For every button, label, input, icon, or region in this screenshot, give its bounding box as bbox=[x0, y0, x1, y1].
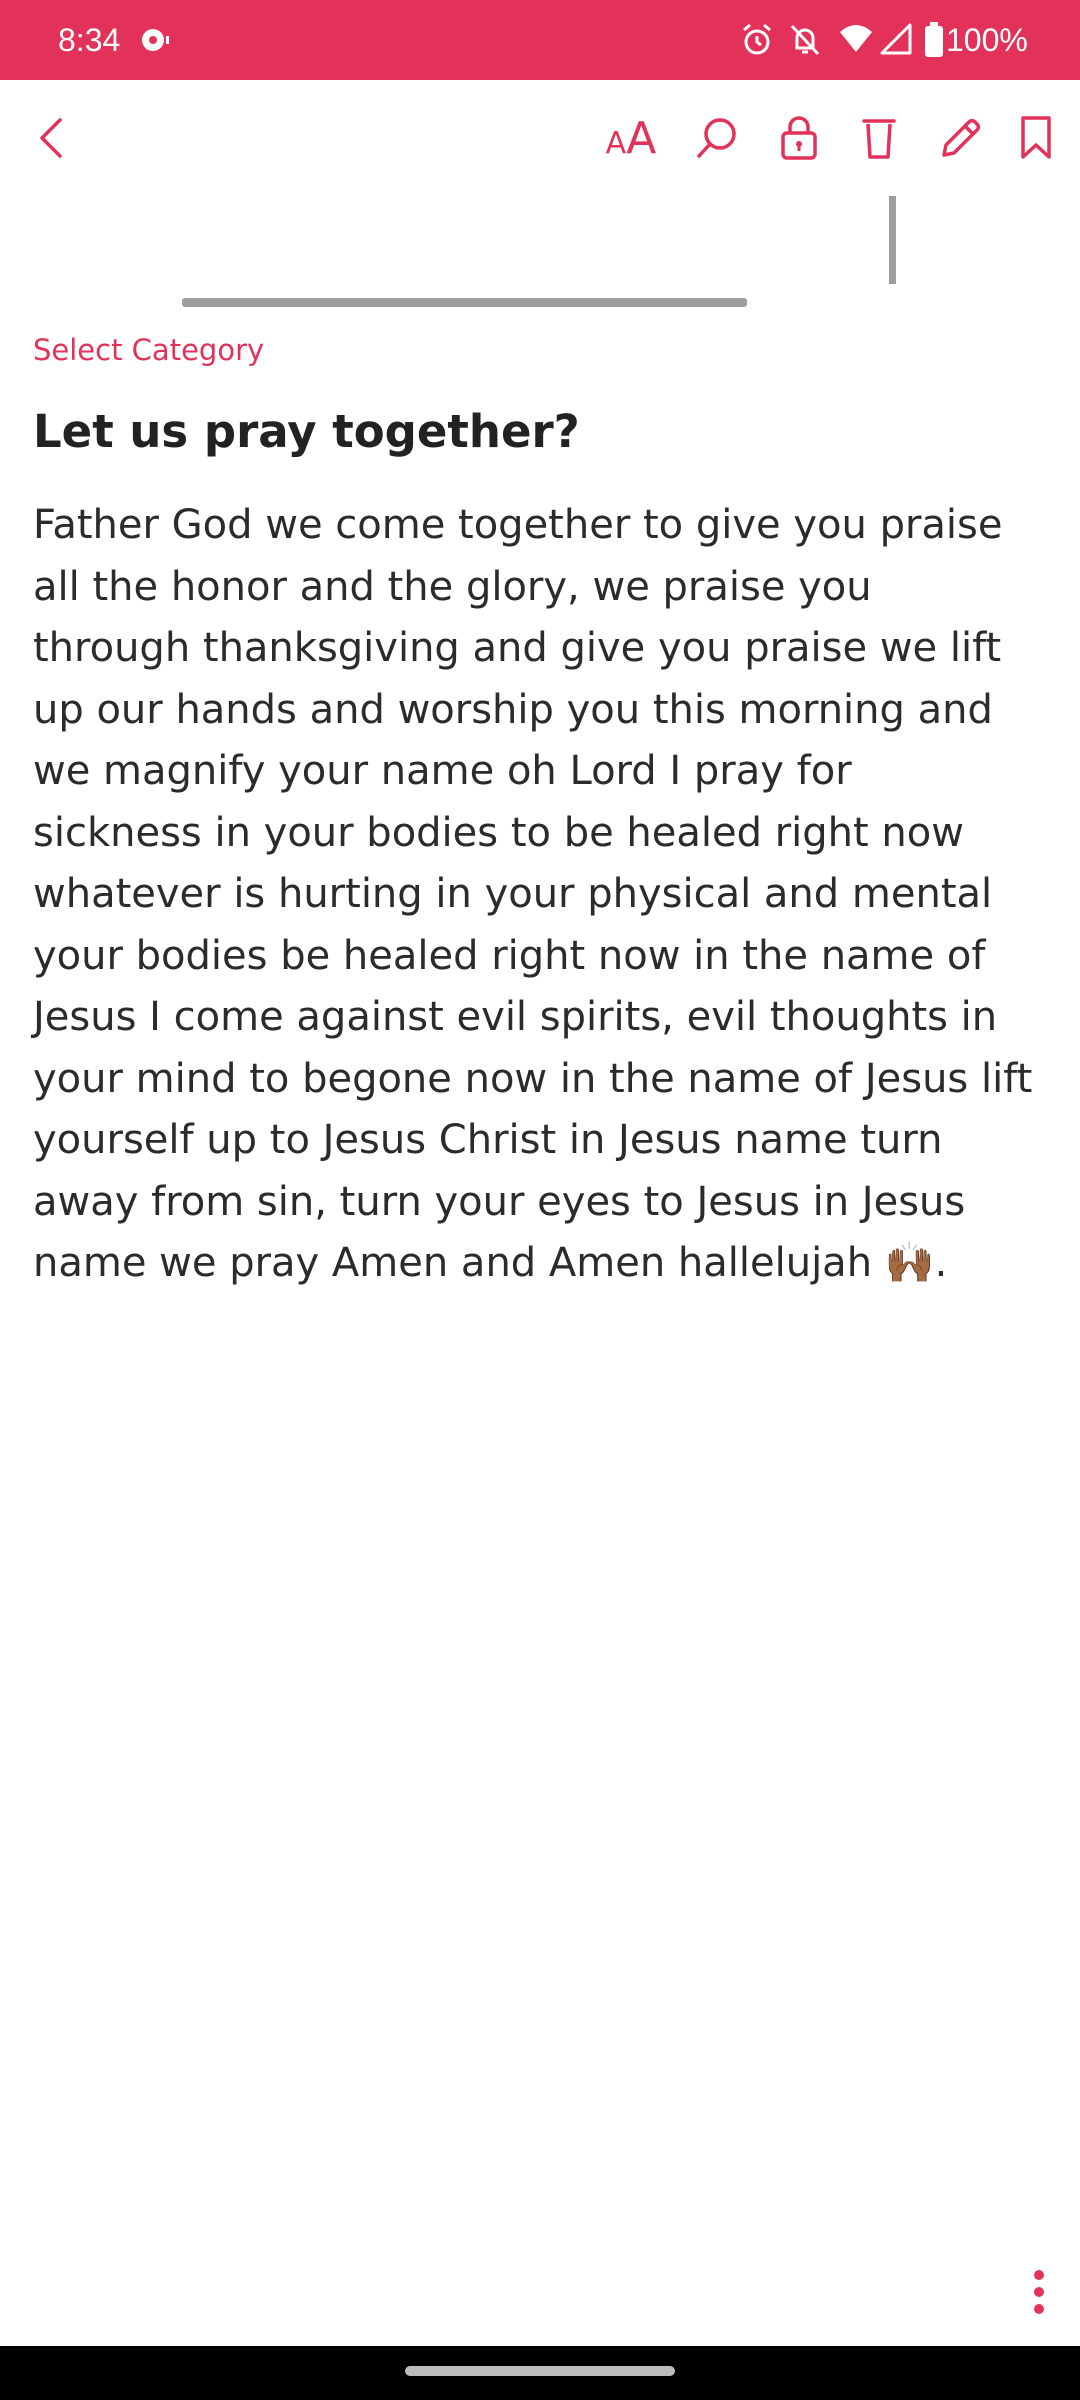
system-navigation-bar bbox=[0, 2346, 1080, 2400]
bookmark-button[interactable] bbox=[1006, 108, 1066, 168]
header-divider bbox=[182, 298, 747, 307]
alarm-icon bbox=[743, 23, 771, 55]
home-gesture-handle[interactable] bbox=[405, 2366, 675, 2376]
status-bar: 8:34 100% bbox=[0, 0, 1080, 80]
back-button[interactable] bbox=[22, 108, 82, 168]
notifications-off-icon bbox=[790, 24, 820, 56]
scroll-indicator[interactable] bbox=[889, 196, 896, 284]
search-icon bbox=[697, 118, 736, 158]
more-vertical-icon bbox=[1034, 2270, 1044, 2280]
note-toolbar: AA bbox=[0, 80, 1080, 198]
more-options-button[interactable] bbox=[1022, 2262, 1058, 2322]
delete-button[interactable] bbox=[849, 108, 909, 168]
battery-percentage: 100% bbox=[946, 22, 1028, 58]
status-time: 8:34 bbox=[58, 22, 121, 58]
battery-icon bbox=[925, 22, 943, 57]
wifi-icon bbox=[840, 25, 872, 52]
note-body[interactable]: Father God we come together to give you … bbox=[33, 495, 1033, 1295]
cell-signal-icon bbox=[880, 23, 912, 55]
search-button[interactable] bbox=[687, 108, 747, 168]
back-arrow-icon bbox=[40, 118, 62, 158]
edit-button[interactable] bbox=[931, 108, 991, 168]
select-category-link[interactable]: Select Category bbox=[33, 330, 264, 370]
lock-icon bbox=[781, 116, 817, 160]
chat-notification-icon bbox=[142, 29, 169, 51]
lock-button[interactable] bbox=[769, 108, 829, 168]
edit-pencil-icon bbox=[942, 118, 981, 157]
bookmark-icon bbox=[1021, 116, 1051, 159]
note-title[interactable]: Let us pray together? bbox=[33, 400, 1033, 464]
font-size-button[interactable]: AA bbox=[598, 108, 664, 168]
delete-icon bbox=[862, 119, 896, 159]
font-size-icon: AA bbox=[605, 112, 657, 164]
